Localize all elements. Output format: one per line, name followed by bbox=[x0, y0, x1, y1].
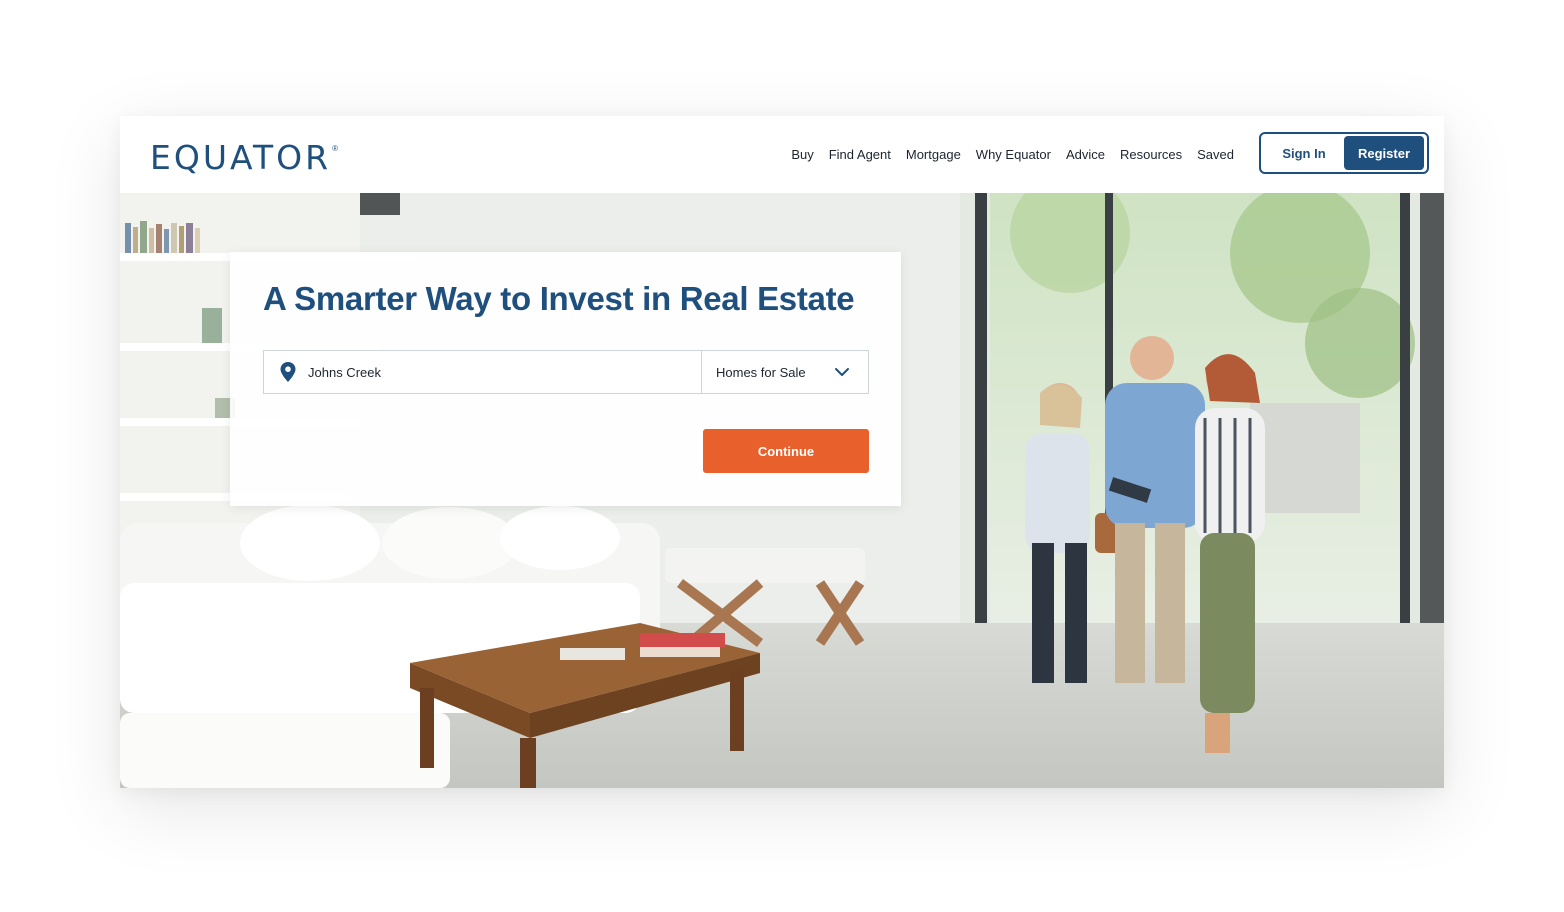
register-button[interactable]: Register bbox=[1344, 136, 1424, 170]
page-frame: EQUATOR ® Buy Find Agent Mortgage Why Eq… bbox=[120, 116, 1444, 788]
location-value: Johns Creek bbox=[308, 364, 381, 380]
hero-section: A Smarter Way to Invest in Real Estate J… bbox=[120, 193, 1444, 788]
logo-registered-mark: ® bbox=[332, 144, 338, 153]
main-nav: Buy Find Agent Mortgage Why Equator Advi… bbox=[791, 116, 1234, 193]
chevron-down-icon bbox=[835, 368, 849, 376]
search-card: A Smarter Way to Invest in Real Estate J… bbox=[230, 252, 901, 506]
nav-item-resources[interactable]: Resources bbox=[1120, 147, 1182, 162]
site-header: EQUATOR ® Buy Find Agent Mortgage Why Eq… bbox=[120, 116, 1444, 193]
equator-logo[interactable]: EQUATOR ® bbox=[150, 138, 338, 178]
nav-item-find-agent[interactable]: Find Agent bbox=[829, 147, 891, 162]
nav-item-saved[interactable]: Saved bbox=[1197, 147, 1234, 162]
search-bar: Johns Creek Homes for Sale bbox=[263, 350, 869, 394]
nav-item-advice[interactable]: Advice bbox=[1066, 147, 1105, 162]
property-type-value: Homes for Sale bbox=[716, 364, 806, 380]
nav-item-why-equator[interactable]: Why Equator bbox=[976, 147, 1051, 162]
property-type-select[interactable]: Homes for Sale bbox=[702, 351, 868, 393]
logo-wordmark: EQUATOR bbox=[150, 138, 332, 177]
nav-item-mortgage[interactable]: Mortgage bbox=[906, 147, 961, 162]
nav-item-buy[interactable]: Buy bbox=[791, 147, 813, 162]
location-input[interactable]: Johns Creek bbox=[264, 351, 702, 393]
hero-title: A Smarter Way to Invest in Real Estate bbox=[263, 280, 855, 317]
sign-in-button[interactable]: Sign In bbox=[1264, 136, 1344, 170]
auth-button-group: Sign In Register bbox=[1259, 132, 1429, 174]
map-pin-icon bbox=[280, 362, 296, 382]
continue-button[interactable]: Continue bbox=[703, 429, 869, 473]
